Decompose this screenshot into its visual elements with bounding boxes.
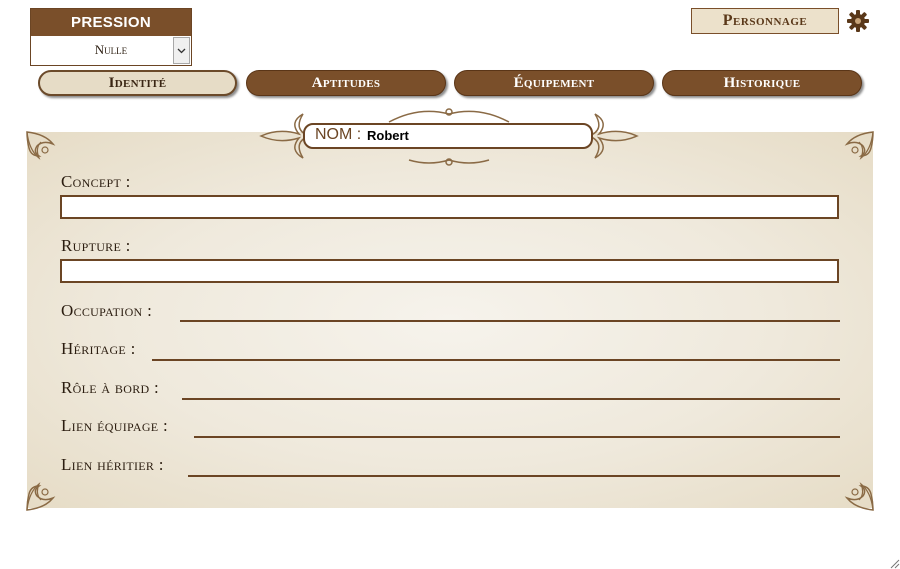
name-field[interactable]: NOM : Robert <box>303 123 593 149</box>
corner-ornament-icon <box>26 131 56 160</box>
concept-label: Concept : <box>61 172 131 191</box>
lien-equipage-label: Lien équipage : <box>61 416 168 435</box>
chevron-down-icon[interactable] <box>173 37 190 64</box>
name-value: Robert <box>367 128 409 143</box>
heritage-label: Héritage : <box>61 339 136 358</box>
resize-grip-icon[interactable] <box>888 557 900 569</box>
pression-select[interactable]: Nulle <box>31 36 191 64</box>
corner-ornament-icon <box>844 482 874 511</box>
lien-equipage-field[interactable] <box>194 436 840 438</box>
identity-panel: Concept : Rupture : Occupation : Héritag… <box>26 131 874 511</box>
tab-historique[interactable]: Historique <box>662 70 862 96</box>
personnage-button[interactable]: Personnage <box>691 8 839 34</box>
rupture-label: Rupture : <box>61 236 131 255</box>
lien-heritier-field[interactable] <box>188 475 840 477</box>
corner-ornament-icon <box>844 131 874 160</box>
name-label: NOM : <box>315 126 362 143</box>
concept-field[interactable] <box>60 195 839 219</box>
pression-selected-value: Nulle <box>94 42 128 57</box>
occupation-label: Occupation : <box>61 301 153 320</box>
heritage-field[interactable] <box>152 359 840 361</box>
role-a-bord-label: Rôle à bord : <box>61 378 160 397</box>
rupture-field[interactable] <box>60 259 839 283</box>
role-a-bord-field[interactable] <box>182 398 840 400</box>
occupation-field[interactable] <box>180 320 840 322</box>
pression-title: PRESSION <box>31 9 191 36</box>
tab-identite[interactable]: Identité <box>38 70 237 96</box>
pression-widget: PRESSION Nulle <box>30 8 192 66</box>
tab-equipement[interactable]: Équipement <box>454 70 654 96</box>
gear-icon[interactable] <box>846 9 870 33</box>
tab-aptitudes[interactable]: Aptitudes <box>246 70 446 96</box>
lien-heritier-label: Lien héritier : <box>61 455 164 474</box>
